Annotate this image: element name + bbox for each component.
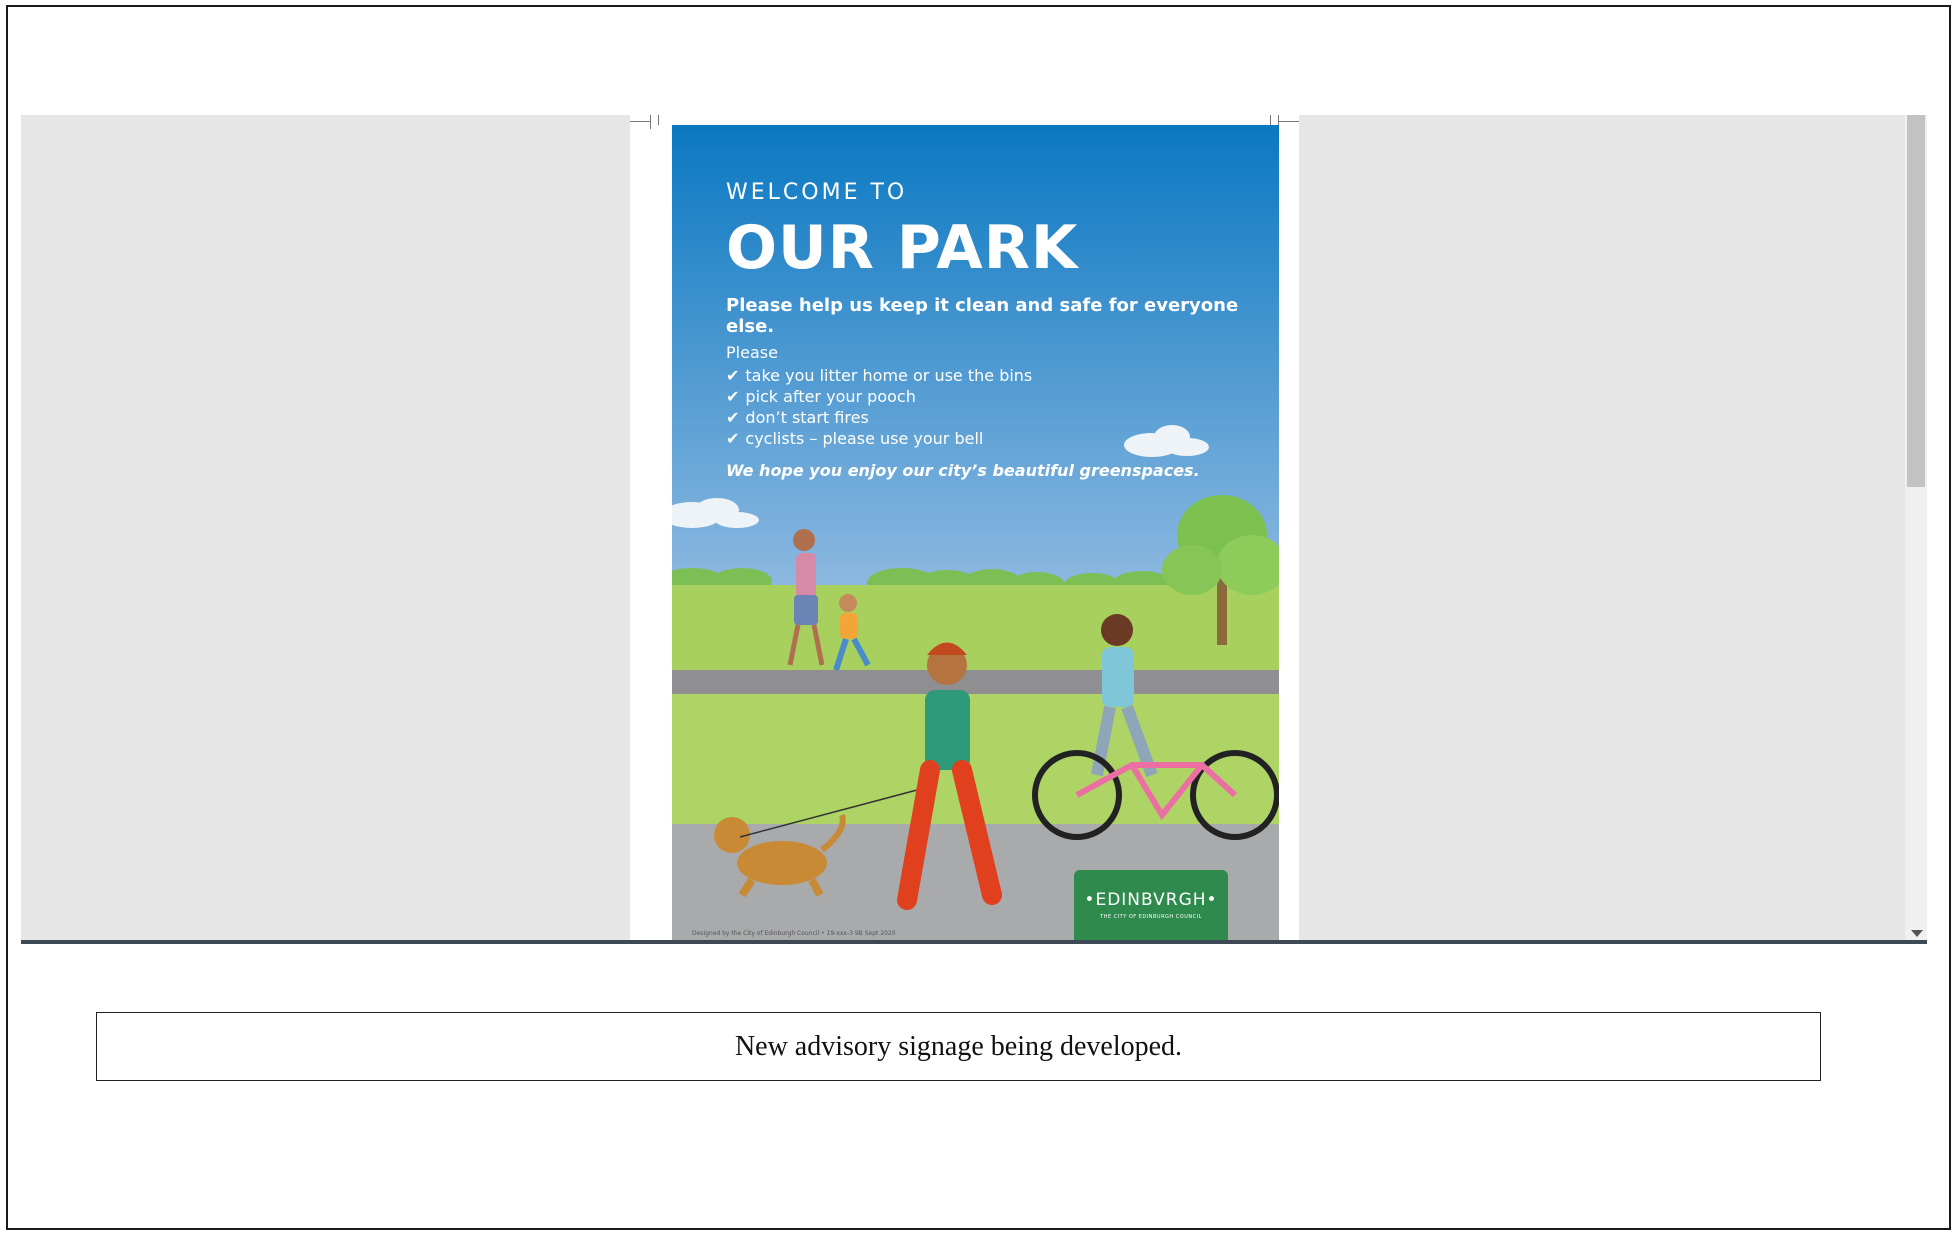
- crop-mark: [1279, 121, 1299, 122]
- scrollbar-thumb[interactable]: [1907, 115, 1925, 487]
- poster-welcome: WELCOME TO: [726, 180, 908, 205]
- crop-mark: [1270, 115, 1271, 125]
- caption-box: New advisory signage being developed.: [96, 1012, 1821, 1081]
- checkmark-icon: ✔: [726, 387, 740, 406]
- poster-title: OUR PARK: [726, 213, 1079, 283]
- crop-mark: [630, 121, 650, 122]
- poster-footnote: Designed by the City of Edinburgh Counci…: [692, 930, 896, 937]
- caption-text: New advisory signage being developed.: [734, 1030, 1183, 1062]
- list-item: ✔ pick after your pooch: [726, 387, 916, 406]
- vertical-scrollbar[interactable]: [1905, 115, 1927, 943]
- list-item: ✔ cyclists – please use your bell: [726, 429, 984, 448]
- poster-rules-list: ✔ take you litter home or use the bins ✔ p…: [726, 365, 1032, 449]
- list-item: ✔ don’t start fires: [726, 408, 869, 427]
- viewer-divider: [21, 940, 1927, 944]
- logo-wordmark: •EDINBVRGH•: [1084, 890, 1218, 910]
- edinburgh-logo: •EDINBVRGH• THE CITY OF EDINBURGH COUNCI…: [1074, 870, 1228, 943]
- checkmark-icon: ✔: [726, 408, 740, 427]
- path-back: [672, 670, 1279, 694]
- crop-mark: [658, 115, 659, 125]
- poster-closing: We hope you enjoy our city’s beautiful g…: [726, 461, 1200, 480]
- poster-please: Please: [726, 343, 778, 362]
- checkmark-icon: ✔: [726, 429, 740, 448]
- document-viewer[interactable]: WELCOME TO OUR PARK Please help us keep …: [21, 115, 1927, 943]
- checkmark-icon: ✔: [726, 366, 740, 385]
- poster-subtitle: Please help us keep it clean and safe fo…: [726, 295, 1239, 337]
- logo-subtitle: THE CITY OF EDINBURGH COUNCIL: [1100, 914, 1202, 920]
- list-item: ✔ take you litter home or use the bins: [726, 366, 1033, 385]
- scroll-down-arrow-icon[interactable]: [1911, 930, 1923, 937]
- crop-mark: [650, 115, 651, 129]
- park-poster: WELCOME TO OUR PARK Please help us keep …: [672, 125, 1279, 943]
